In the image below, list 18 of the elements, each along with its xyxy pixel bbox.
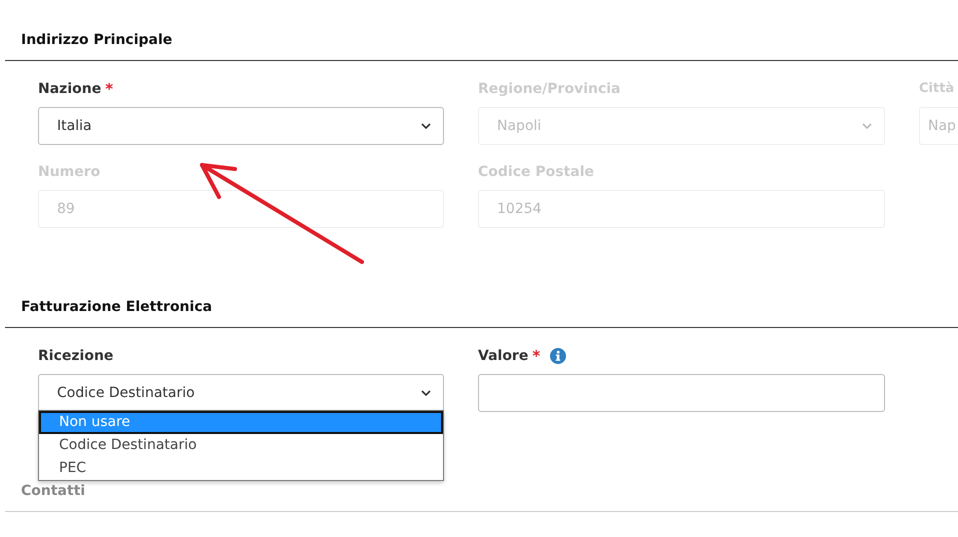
- section-title: Indirizzo Principale: [21, 31, 172, 50]
- field-label: Valore: [478, 347, 528, 366]
- section-title: Contatti: [21, 482, 86, 501]
- required-asterisk: *: [105, 79, 114, 99]
- info-icon[interactable]: [550, 348, 566, 364]
- chevron-icon: [421, 390, 431, 396]
- select-field[interactable]: Codice Destinatario: [38, 374, 444, 412]
- field-label: Ricezione: [38, 347, 114, 366]
- input-field[interactable]: [478, 374, 885, 412]
- field-label: Nazione: [38, 80, 102, 99]
- chevron-icon: [421, 123, 431, 129]
- dropdown-option[interactable]: PEC: [39, 457, 443, 480]
- section-title: Fatturazione Elettronica: [21, 298, 212, 317]
- required-asterisk: *: [532, 346, 540, 366]
- select-field[interactable]: Italia: [38, 107, 444, 145]
- dropdown-option[interactable]: Non usare: [39, 411, 443, 434]
- dropdown-option[interactable]: Codice Destinatario: [39, 434, 443, 457]
- chevron-icon: [862, 123, 872, 129]
